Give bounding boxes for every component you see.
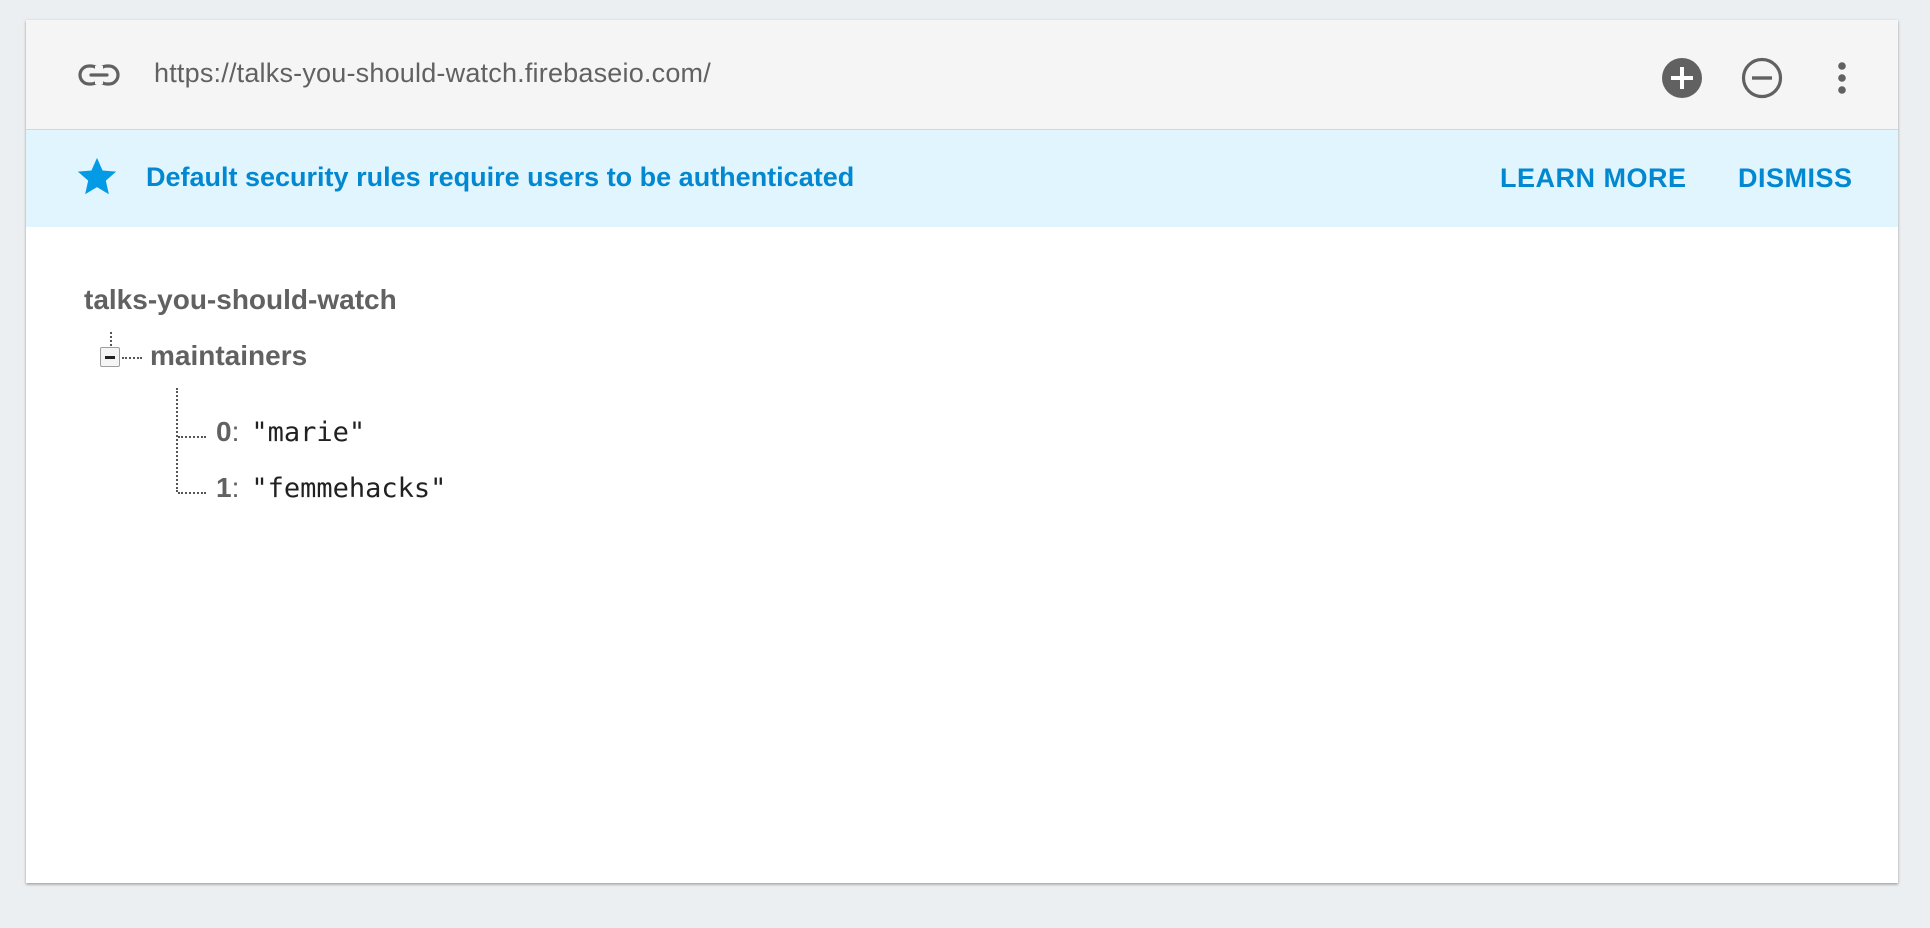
more-vert-icon: [1838, 62, 1846, 94]
database-url[interactable]: https://talks-you-should-watch.firebasei…: [154, 58, 711, 89]
link-icon[interactable]: [76, 53, 122, 97]
leaf-key: 1: [216, 472, 232, 503]
dismiss-button[interactable]: DISMISS: [1738, 163, 1853, 194]
security-rules-banner: Default security rules require users to …: [26, 130, 1898, 227]
tree-leaf[interactable]: 0: "marie": [216, 416, 365, 448]
add-child-button[interactable]: [1660, 56, 1704, 100]
leaf-separator: :: [231, 472, 240, 503]
tree-connector: [122, 357, 142, 359]
remove-circle-outline-icon: [1741, 57, 1783, 99]
leaf-value[interactable]: "femmehacks": [251, 473, 446, 504]
tree-root-node[interactable]: talks-you-should-watch: [84, 284, 397, 316]
minus-icon: [105, 355, 115, 359]
leaf-separator: :: [231, 416, 240, 447]
tree-connector: [178, 436, 206, 438]
tree-connector: [110, 332, 112, 346]
tree-connector: [176, 388, 178, 492]
leaf-key: 0: [216, 416, 232, 447]
database-url-bar: https://talks-you-should-watch.firebasei…: [26, 20, 1898, 130]
tree-connector: [178, 492, 206, 494]
leaf-value[interactable]: "marie": [251, 417, 365, 448]
banner-message: Default security rules require users to …: [146, 162, 855, 192]
learn-more-button[interactable]: LEARN MORE: [1500, 163, 1687, 194]
tree-leaf[interactable]: 1: "femmehacks": [216, 472, 446, 504]
database-card: https://talks-you-should-watch.firebasei…: [26, 20, 1898, 883]
add-circle-icon: [1662, 58, 1702, 98]
remove-node-button[interactable]: [1740, 56, 1784, 100]
tree-node-maintainers[interactable]: maintainers: [150, 340, 307, 372]
star-icon: [74, 154, 120, 200]
more-options-button[interactable]: [1820, 56, 1864, 100]
collapse-toggle[interactable]: [100, 347, 120, 367]
